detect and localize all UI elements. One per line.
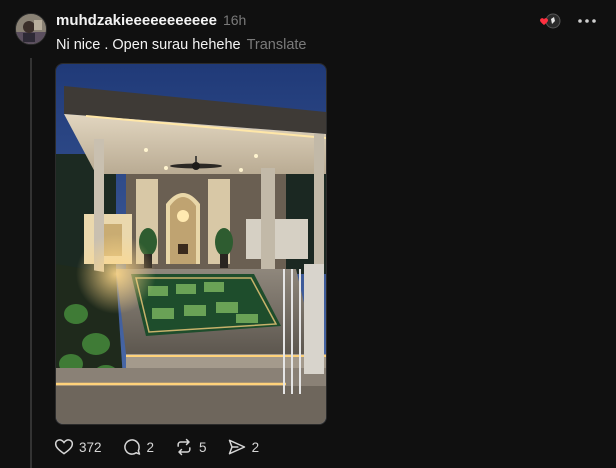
post-header: muhdzakieeeeeeeeeee 16h: [56, 12, 246, 30]
share-button[interactable]: 2: [227, 437, 260, 457]
reply-button[interactable]: 2: [122, 437, 155, 457]
like-button[interactable]: 372: [54, 437, 102, 457]
reply-count: 2: [146, 439, 155, 455]
repost-button[interactable]: 5: [174, 437, 207, 457]
post-time[interactable]: 16h: [223, 12, 246, 28]
avatar-image: [16, 14, 46, 44]
heart-icon: [54, 439, 74, 455]
thread-line: [30, 58, 32, 468]
repost-count: 5: [199, 439, 207, 455]
post-text: Ni nice . Open surau hehehe Translate: [56, 37, 307, 53]
more-options-button[interactable]: [576, 12, 598, 30]
activity-badge[interactable]: [538, 12, 562, 30]
translate-link[interactable]: Translate: [247, 37, 307, 53]
send-icon: [228, 439, 245, 455]
avatar[interactable]: [15, 13, 47, 45]
post-body: Ni nice . Open surau hehehe: [56, 37, 241, 53]
username[interactable]: muhdzakieeeeeeeeeee: [56, 12, 217, 29]
surau-photo: [56, 64, 326, 424]
more-dots-icon: [578, 19, 596, 23]
post-actions: 372 2 5 2: [54, 436, 279, 458]
like-count: 372: [79, 439, 102, 455]
comment-icon: [123, 439, 140, 455]
repost-icon: [177, 438, 191, 456]
heart-badge-icon: [540, 13, 561, 29]
share-count: 2: [251, 439, 260, 455]
post-image[interactable]: [55, 63, 327, 425]
